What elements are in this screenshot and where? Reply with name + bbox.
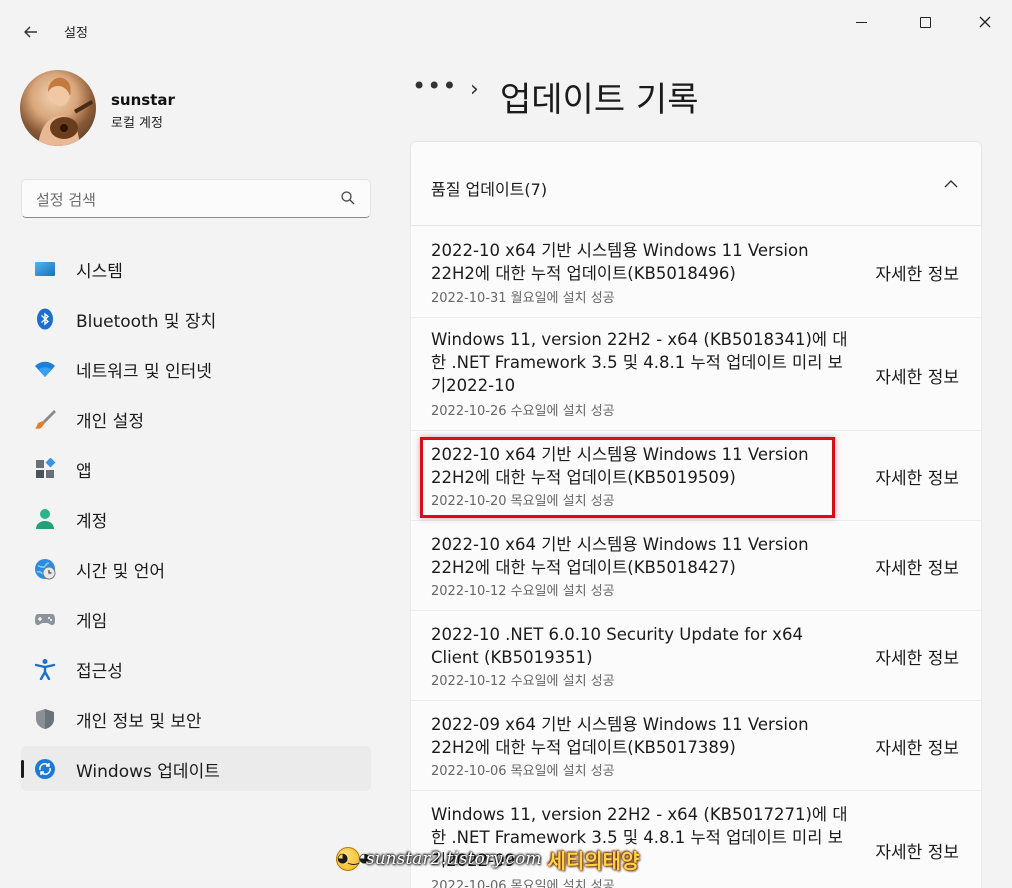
sidebar-item-apps[interactable]: 앱 — [21, 446, 371, 491]
update-title: Windows 11, version 22H2 - x64 (KB501834… — [431, 330, 848, 395]
update-row: 2022-10 x64 기반 시스템용 Windows 11 Version 2… — [410, 521, 982, 611]
watermark-url: sunstar2.tistory.com — [366, 849, 542, 869]
update-status: 2022-10-12 수요일에 설치 성공 — [431, 584, 615, 599]
sidebar-item-label: 앱 — [76, 462, 92, 482]
sidebar-item-label: 계정 — [76, 512, 108, 532]
brush-icon — [34, 408, 56, 430]
sidebar-item-label: 게임 — [76, 612, 108, 632]
update-status: 2022-10-12 수요일에 설치 성공 — [431, 674, 615, 689]
sidebar-item-label: 시스템 — [76, 262, 123, 282]
watermark-name: 세티의태양 — [547, 848, 640, 873]
sidebar-item-label: 개인 정보 및 보안 — [76, 712, 202, 732]
more-info-link[interactable]: 자세한 정보 — [875, 260, 959, 285]
chevron-up-icon[interactable] — [943, 176, 959, 192]
more-info-link[interactable]: 자세한 정보 — [875, 734, 959, 759]
more-info-link[interactable]: 자세한 정보 — [875, 838, 959, 863]
sidebar-item-label: 시간 및 언어 — [76, 562, 166, 582]
accessibility-icon — [34, 658, 56, 680]
sidebar-item-label: Windows 업데이트 — [76, 762, 220, 782]
app-title: 설정 — [64, 26, 88, 41]
page-title: 업데이트 기록 — [500, 80, 699, 120]
update-row: 2022-10 .NET 6.0.10 Security Update for … — [410, 611, 982, 701]
sidebar-item-bluetooth[interactable]: Bluetooth 및 장치 — [21, 296, 371, 341]
close-icon — [979, 16, 991, 28]
update-row: 2022-09 x64 기반 시스템용 Windows 11 Version 2… — [410, 701, 982, 791]
more-info-link[interactable]: 자세한 정보 — [875, 644, 959, 669]
sidebar-item-time-language[interactable]: 시간 및 언어 — [21, 546, 371, 591]
minimize-icon — [855, 21, 867, 23]
time-language-icon — [34, 558, 56, 580]
update-status: 2022-10-06 목요일에 설치 성공 — [431, 879, 615, 888]
update-row: 2022-10 x64 기반 시스템용 Windows 11 Version 2… — [410, 431, 982, 521]
account-type: 로컬 계정 — [111, 116, 163, 131]
sidebar-item-label: 접근성 — [76, 662, 123, 682]
more-info-link[interactable]: 자세한 정보 — [875, 554, 959, 579]
sidebar-item-label: Bluetooth 및 장치 — [76, 312, 217, 332]
minimize-button[interactable] — [838, 8, 884, 36]
update-row: Windows 11, version 22H2 - x64 (KB501727… — [410, 791, 982, 888]
sidebar-item-privacy[interactable]: 개인 정보 및 보안 — [21, 696, 371, 741]
smiley-icon: ◕‿◕ — [336, 847, 370, 871]
apps-icon — [34, 458, 56, 480]
sidebar-item-label: 개인 설정 — [76, 412, 144, 432]
sidebar-item-windows-update[interactable]: Windows 업데이트 — [21, 746, 371, 791]
wifi-icon — [34, 358, 56, 380]
title-bar: 설정 — [0, 0, 1012, 60]
maximize-button[interactable] — [902, 8, 948, 36]
more-info-link[interactable]: 자세한 정보 — [875, 464, 959, 489]
watermark: ◕‿◕ sunstar2.tistory.com 세티의태양 — [336, 845, 639, 873]
search-placeholder: 설정 검색 — [36, 191, 96, 209]
search-input[interactable]: 설정 검색 — [21, 179, 371, 218]
sidebar-item-accessibility[interactable]: 접근성 — [21, 646, 371, 691]
search-icon[interactable] — [340, 190, 356, 206]
update-title: 2022-10 x64 기반 시스템용 Windows 11 Version 2… — [431, 535, 809, 577]
update-title: 2022-09 x64 기반 시스템용 Windows 11 Version 2… — [431, 715, 809, 757]
update-title: 2022-10 x64 기반 시스템용 Windows 11 Version 2… — [431, 445, 809, 487]
breadcrumb-more-button[interactable]: ••• — [412, 72, 457, 100]
update-title: 2022-10 x64 기반 시스템용 Windows 11 Version 2… — [431, 241, 809, 283]
close-button[interactable] — [962, 8, 1008, 36]
update-title: 2022-10 .NET 6.0.10 Security Update for … — [431, 625, 803, 667]
update-status: 2022-10-31 월요일에 설치 성공 — [431, 291, 615, 306]
update-status: 2022-10-20 목요일에 설치 성공 — [431, 494, 615, 509]
update-status: 2022-10-06 목요일에 설치 성공 — [431, 764, 615, 779]
bluetooth-icon — [34, 308, 56, 330]
avatar-photo-icon — [38, 77, 94, 146]
breadcrumb-separator-icon: › — [470, 77, 479, 102]
sidebar-item-personalization[interactable]: 개인 설정 — [21, 396, 371, 441]
sidebar-item-accounts[interactable]: 계정 — [21, 496, 371, 541]
sidebar-item-system[interactable]: 시스템 — [21, 246, 371, 291]
account-icon — [34, 508, 56, 530]
back-button[interactable] — [16, 18, 46, 46]
section-title: 품질 업데이트(7) — [431, 180, 548, 199]
update-row: 2022-10 x64 기반 시스템용 Windows 11 Version 2… — [410, 226, 982, 318]
system-icon — [34, 258, 56, 280]
update-icon — [34, 758, 56, 780]
back-arrow-icon — [24, 26, 37, 38]
avatar[interactable] — [20, 70, 96, 146]
user-name: sunstar — [111, 91, 175, 109]
update-status: 2022-10-26 수요일에 설치 성공 — [431, 404, 615, 419]
maximize-icon — [919, 16, 931, 28]
quality-updates-header[interactable]: 품질 업데이트(7) — [410, 141, 982, 226]
shield-icon — [34, 708, 56, 730]
more-info-link[interactable]: 자세한 정보 — [875, 363, 959, 388]
update-history-panel: 품질 업데이트(7) 2022-10 x64 기반 시스템용 Windows 1… — [410, 141, 982, 888]
sidebar-item-label: 네트워크 및 인터넷 — [76, 362, 212, 382]
gamepad-icon — [34, 608, 56, 630]
active-indicator — [21, 760, 24, 778]
update-row: Windows 11, version 22H2 - x64 (KB501834… — [410, 318, 982, 431]
sidebar-item-gaming[interactable]: 게임 — [21, 596, 371, 641]
sidebar-item-network[interactable]: 네트워크 및 인터넷 — [21, 346, 371, 391]
